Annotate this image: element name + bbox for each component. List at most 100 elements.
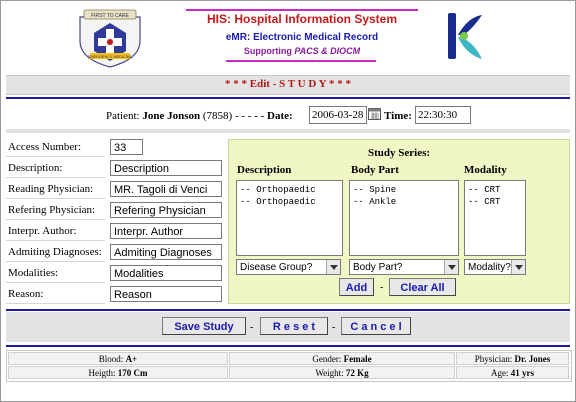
chevron-down-icon[interactable] <box>444 260 458 274</box>
save-study-button[interactable]: Save Study <box>162 317 246 335</box>
patient-vitals-footer: Blood: A+ Gender: Female Physician: Dr. … <box>6 350 572 382</box>
form-row-description: Description: Description <box>6 158 224 179</box>
physician-cell: Physician: Dr. Jones <box>456 352 569 365</box>
modality-select[interactable]: Modality? <box>464 259 526 275</box>
description-list-item[interactable]: -- Orthopaedic <box>240 196 339 208</box>
blood-label: Blood: <box>98 354 124 364</box>
modalities-label: Modalities: <box>6 263 105 283</box>
description-listbox[interactable]: -- Orthopaedic -- Orthopaedic <box>236 180 343 256</box>
weight-value: 72 Kg <box>345 368 369 378</box>
form-row-interpr-author: Interpr. Author: Interpr. Author <box>6 221 224 242</box>
gender-cell: Gender: Female <box>229 352 455 365</box>
form-row-reason: Reason: Reason <box>6 284 224 305</box>
modality-column-header: Modality <box>464 164 507 176</box>
interpr-author-label: Interpr. Author: <box>6 221 105 241</box>
height-label: Heigth: <box>88 368 116 378</box>
description-label: Description: <box>6 158 105 178</box>
access-number-input[interactable]: 33 <box>110 139 143 155</box>
time-label: Time: <box>384 110 412 122</box>
form-row-access-number: Access Number: 33 <box>6 137 224 158</box>
weight-label: Weight: <box>315 368 344 378</box>
modality-list-item[interactable]: -- CRT <box>468 184 522 196</box>
modalities-input[interactable]: Modalities <box>110 265 222 281</box>
description-input[interactable]: Description <box>110 160 222 176</box>
blood-value: A+ <box>125 354 138 364</box>
supporting-prefix: Supporting <box>243 46 295 56</box>
form-row-modalities: Modalities: Modalities <box>6 263 224 284</box>
gender-value: Female <box>343 354 372 364</box>
description-list-item[interactable]: -- Orthopaedic <box>240 184 339 196</box>
admiting-diagnoses-input[interactable]: Admiting Diagnoses <box>110 244 222 260</box>
header-bottom-line <box>226 60 376 62</box>
patient-name: Jone Jonson <box>142 110 201 122</box>
body-part-list-item[interactable]: -- Spine <box>353 184 455 196</box>
supporting-tail: PACS & DIOCM <box>294 46 361 56</box>
age-cell: Age: 41 yrs <box>456 366 569 379</box>
body-part-list-item[interactable]: -- Ankle <box>353 196 455 208</box>
chevron-down-icon[interactable] <box>511 260 525 274</box>
time-input[interactable]: 22:30:30 <box>415 106 471 124</box>
form-row-admiting-diagnoses: Admiting Diagnoses: Admiting Diagnoses <box>6 242 224 263</box>
gender-label: Gender: <box>312 354 342 364</box>
weight-cell: Weight: 72 Kg <box>229 366 455 379</box>
action-separator: - <box>332 322 336 333</box>
svg-text:EMERGENCY MEDICINE: EMERGENCY MEDICINE <box>88 55 132 59</box>
cancel-button[interactable]: C a n c e l <box>341 317 411 335</box>
refering-physician-label: Refering Physician: <box>6 200 105 220</box>
body-part-listbox[interactable]: -- Spine -- Ankle <box>349 180 459 256</box>
app-title: HIS: Hospital Information System <box>206 12 398 26</box>
modality-select-value: Modality? <box>468 262 511 273</box>
reset-button[interactable]: R e s e t <box>260 317 328 335</box>
blue-separator-footer <box>6 345 570 347</box>
header-top-line <box>186 9 418 11</box>
body-part-select[interactable]: Body Part? <box>349 259 459 275</box>
disease-group-select[interactable]: Disease Group? <box>236 259 341 275</box>
patient-row: Patient: Jone Jonson (7858) - - - - - Da… <box>1 103 573 129</box>
svg-text:FIRST TO CARE: FIRST TO CARE <box>91 13 129 19</box>
app-subtitle: eMR: Electronic Medical Record <box>225 32 379 43</box>
patient-info: Patient: Jone Jonson (7858) - - - - - Da… <box>106 110 293 122</box>
patient-id: (7858) <box>202 110 233 122</box>
description-column-header: Description <box>237 164 292 176</box>
modality-listbox[interactable]: -- CRT -- CRT <box>464 180 526 256</box>
date-input[interactable]: 2006-03-28 <box>309 106 367 124</box>
reading-physician-label: Reading Physician: <box>6 179 105 199</box>
admiting-diagnoses-label: Admiting Diagnoses: <box>6 242 105 262</box>
age-label: Age: <box>491 368 509 378</box>
blue-separator-bottom <box>6 309 570 311</box>
access-number-label: Access Number: <box>6 137 105 157</box>
body-part-column-header: Body Part <box>351 164 399 176</box>
interpr-author-input[interactable]: Interpr. Author <box>110 223 222 239</box>
age-value: 41 yrs <box>510 368 534 378</box>
body-part-select-value: Body Part? <box>353 262 403 273</box>
form-row-refering-physician: Refering Physician: Refering Physician <box>6 200 224 221</box>
calendar-icon[interactable] <box>368 107 381 120</box>
refering-physician-input[interactable]: Refering Physician <box>110 202 222 218</box>
physician-value: Dr. Jones <box>514 354 551 364</box>
app-supporting-text: Supporting PACS & DIOCM <box>186 46 418 56</box>
study-form: Access Number: 33 Description: Descripti… <box>6 137 224 305</box>
blood-cell: Blood: A+ <box>8 352 228 365</box>
reason-input[interactable]: Reason <box>110 286 222 302</box>
study-series-panel: Study Series: Description Body Part Moda… <box>228 139 570 304</box>
blue-separator-top <box>6 97 570 99</box>
height-value: 170 Cm <box>117 368 148 378</box>
reason-label: Reason: <box>6 284 105 304</box>
clear-all-button[interactable]: Clear All <box>389 278 456 296</box>
add-button[interactable]: Add <box>339 278 374 296</box>
disease-group-select-value: Disease Group? <box>240 262 313 273</box>
form-row-reading-physician: Reading Physician: MR. Tagoli di Venci <box>6 179 224 200</box>
patient-label-text: Patient: <box>106 110 140 122</box>
action-separator: - <box>250 322 254 333</box>
reading-physician-input[interactable]: MR. Tagoli di Venci <box>110 181 222 197</box>
date-label: Date: <box>267 110 293 122</box>
action-bar: Save Study - R e s e t - C a n c e l <box>6 312 570 342</box>
section-separator <box>6 129 570 133</box>
edit-title: * * * Edit - S T U D Y * * * <box>225 78 351 90</box>
study-series-title: Study Series: <box>367 147 431 159</box>
patient-dashes: - - - - - <box>234 110 265 122</box>
modality-list-item[interactable]: -- CRT <box>468 196 522 208</box>
height-cell: Heigth: 170 Cm <box>8 366 228 379</box>
chevron-down-icon[interactable] <box>326 260 340 274</box>
k-brand-logo-icon <box>448 13 482 59</box>
